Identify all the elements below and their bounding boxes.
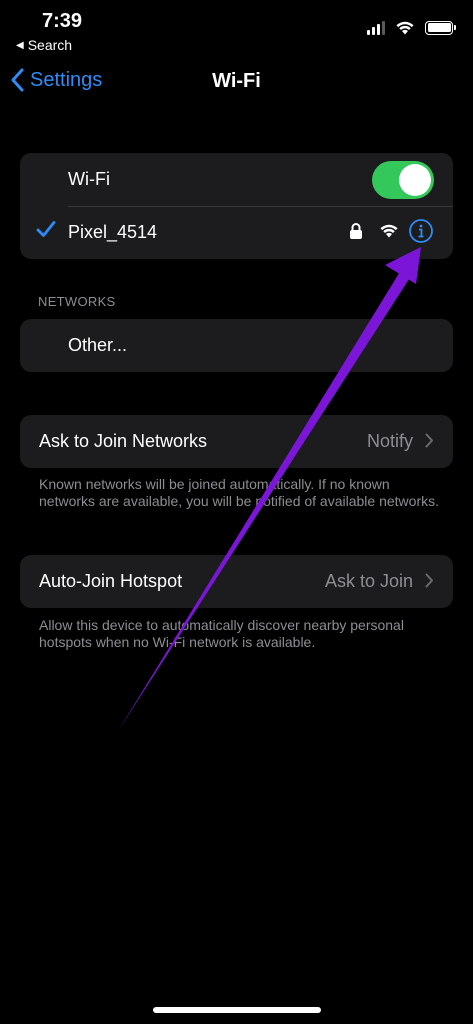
battery-icon — [425, 20, 456, 35]
cellular-signal-icon — [367, 20, 385, 35]
other-network-row[interactable]: Other... — [20, 319, 453, 372]
auto-join-label: Auto-Join Hotspot — [39, 571, 183, 591]
connected-network-row[interactable]: Pixel_4514 — [20, 206, 453, 259]
status-icons — [367, 20, 456, 35]
wifi-toggle-label: Wi-Fi — [68, 169, 110, 189]
chevron-right-icon — [425, 433, 433, 448]
other-network-label: Other... — [68, 335, 128, 355]
networks-section-header: NETWORKS — [38, 294, 116, 309]
ask-to-join-footnote: Known networks will be joined automatica… — [39, 476, 439, 509]
checkmark-icon — [36, 221, 56, 237]
lock-icon — [350, 223, 362, 239]
auto-join-value: Ask to Join — [324, 571, 413, 591]
back-app-label: Search — [27, 37, 73, 53]
ask-to-join-value: Notify — [366, 431, 413, 451]
wifi-icon — [396, 21, 414, 35]
info-icon[interactable] — [408, 218, 434, 244]
wifi-group: Wi-Fi Pixel_4514 — [20, 153, 453, 259]
back-triangle-icon: ◀ — [16, 39, 24, 51]
auto-join-group: Auto-Join Hotspot Ask to Join — [20, 555, 453, 608]
chevron-right-icon — [425, 573, 433, 588]
networks-group: Other... — [20, 319, 453, 372]
status-time: 7:39 — [42, 10, 83, 32]
auto-join-row[interactable]: Auto-Join Hotspot Ask to Join — [20, 555, 453, 608]
wifi-signal-icon — [380, 224, 398, 238]
ask-to-join-row[interactable]: Ask to Join Networks Notify — [20, 415, 453, 468]
home-indicator[interactable] — [153, 1007, 321, 1013]
connected-network-name: Pixel_4514 — [68, 222, 158, 242]
page-title: Wi-Fi — [212, 70, 261, 92]
auto-join-footnote: Allow this device to automatically disco… — [39, 617, 404, 650]
wifi-toggle-row: Wi-Fi — [20, 153, 453, 206]
status-bar: 7:39 ◀ Search — [0, 0, 473, 60]
ask-to-join-label: Ask to Join Networks — [39, 431, 208, 451]
back-to-search-button[interactable]: ◀ Search — [16, 37, 72, 53]
ask-to-join-group: Ask to Join Networks Notify — [20, 415, 453, 468]
wifi-toggle-switch[interactable] — [372, 161, 434, 199]
